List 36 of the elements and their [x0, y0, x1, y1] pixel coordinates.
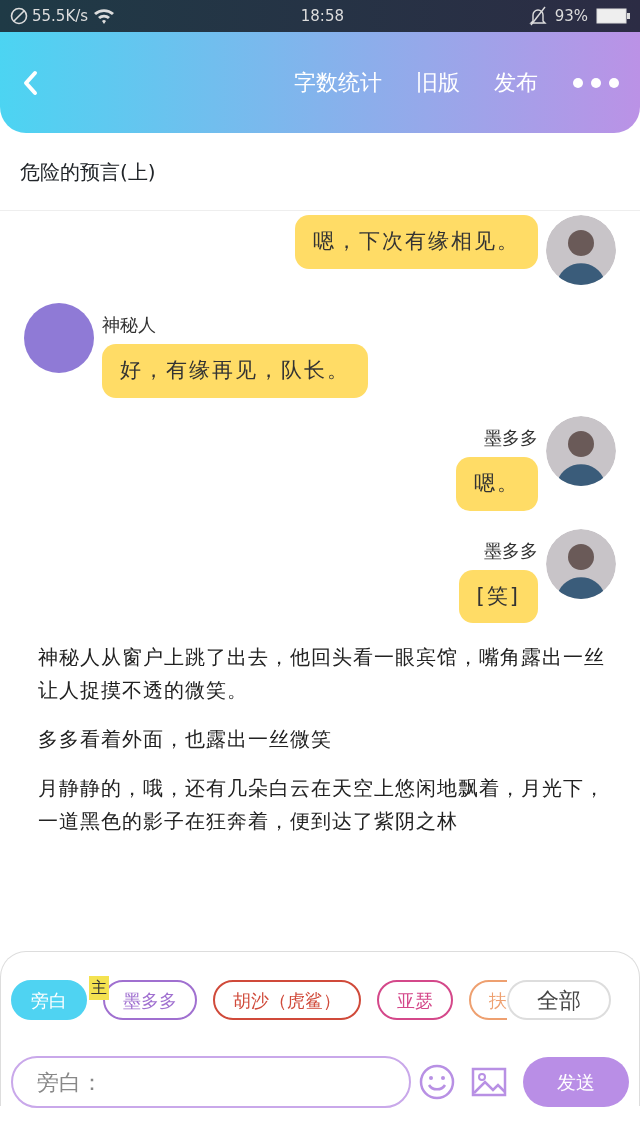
header-action[interactable]: 发布 [494, 66, 538, 99]
network-speed: 55.5K/s [32, 5, 89, 27]
narration-text: 多多看着外面，也露出一丝微笑 [37, 726, 333, 754]
emoji-icon[interactable] [419, 1064, 455, 1100]
back-icon[interactable] [22, 69, 38, 96]
sender-name: 神秘人 [102, 313, 156, 337]
send-button[interactable]: 发送 [523, 1057, 629, 1107]
wifi-icon [92, 7, 117, 25]
image-icon[interactable] [471, 1067, 507, 1097]
lead-role-badge: 主 [89, 976, 109, 1000]
sender-name: 墨多多 [484, 538, 538, 563]
sender-name: 墨多多 [484, 425, 538, 450]
narration-text: 神秘人从窗户上跳了出去，他回头看一眼宾馆，嘴角露出一丝让人捉摸不透的微笑。 [37, 644, 606, 705]
character-chip[interactable]: 旁白 [11, 980, 87, 1020]
message-bubble: 好，有缘再见，队长。 [102, 344, 368, 398]
message-input[interactable]: 旁白： [11, 1056, 411, 1108]
avatar [546, 528, 616, 599]
status-time: 18:58 [299, 5, 345, 27]
bell-off-icon [528, 6, 547, 26]
message-bubble: 嗯，下次有缘相见。 [295, 215, 538, 269]
avatar [546, 215, 616, 285]
header-action[interactable]: 字数统计 [294, 66, 382, 99]
all-button[interactable]: 全部 [507, 980, 611, 1020]
character-chip[interactable]: 胡沙（虎鲨） [213, 980, 361, 1020]
message-bubble: [笑] [458, 569, 538, 624]
blocked-icon [10, 7, 28, 25]
character-chip[interactable]: 亚瑟 [377, 980, 453, 1020]
more-icon[interactable] [572, 76, 620, 89]
message-bubble: 嗯。 [456, 456, 538, 511]
avatar [546, 415, 616, 486]
narration-text: 月静静的，哦，还有几朵白云在天空上悠闲地飘着，月光下，一道黑色的影子在狂奔着，便到达了紫阴之林 [37, 775, 606, 836]
chapter-title: 危险的预言(上) [20, 158, 156, 186]
header-action[interactable]: 旧版 [416, 66, 460, 99]
battery-level: 93% [554, 5, 588, 27]
character-chip[interactable]: 扶 [469, 980, 507, 1020]
battery-icon [596, 8, 630, 24]
